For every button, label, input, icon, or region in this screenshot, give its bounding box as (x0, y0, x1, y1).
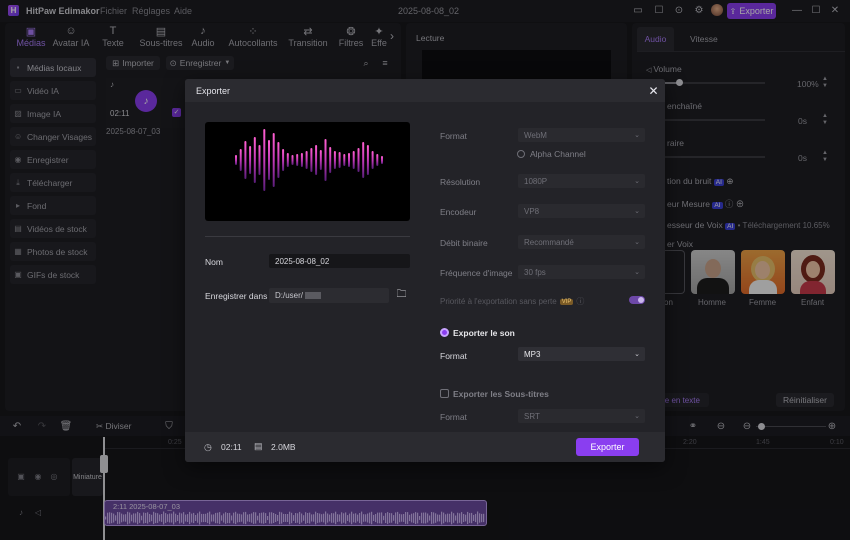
waveform-bar (315, 145, 318, 175)
export-subtitles-checkbox[interactable] (440, 389, 449, 398)
lossless-priority: Priorité à l'exportation sans perte VIP … (440, 297, 585, 306)
export-audio-radio[interactable] (440, 328, 449, 337)
name-label: Nom (205, 257, 223, 267)
resolution-select[interactable]: 1080P ⌄ (518, 174, 645, 188)
lossless-toggle[interactable] (629, 296, 645, 304)
waveform-bar (310, 148, 313, 172)
waveform-bar (381, 156, 383, 164)
subtitle-format-label: Format (440, 412, 467, 422)
waveform-bar (296, 154, 299, 166)
export-dialog: Exporter ✕ Nom 2025-08-08_02 Enregistrer… (185, 79, 665, 462)
chevron-down-icon: ⌄ (634, 269, 640, 276)
waveform-bar (253, 137, 256, 183)
waveform-bar (282, 149, 285, 171)
waveform-bar (371, 151, 374, 169)
chevron-down-icon: ⌄ (634, 413, 640, 420)
subtitle-format-select[interactable]: SRT ⌄ (518, 409, 645, 423)
file-size-icon: ▤ (254, 441, 263, 451)
dialog-title: Exporter (196, 86, 231, 96)
format-label: Format (440, 131, 467, 141)
path-redaction (305, 292, 322, 299)
audio-format-select[interactable]: MP3 ⌄ (518, 347, 645, 361)
export-audio-label: Exporter le son (453, 328, 515, 338)
export-button[interactable]: Exporter (576, 438, 639, 456)
waveform-bar (239, 149, 242, 171)
waveform-preview-icon (235, 129, 383, 191)
waveform-bar (333, 151, 336, 169)
waveform-bar (324, 139, 327, 181)
waveform-bar (272, 133, 275, 187)
waveform-bar (249, 146, 252, 174)
audio-format-label: Format (440, 351, 467, 361)
waveform-bar (305, 151, 308, 169)
waveform-bar (348, 153, 350, 167)
waveform-bar (357, 148, 360, 172)
alpha-channel-label: Alpha Channel (530, 149, 586, 159)
name-input[interactable]: 2025-08-08_02 (269, 254, 410, 268)
export-duration: 02:11 (221, 442, 242, 452)
dialog-header (185, 79, 665, 102)
waveform-bar (376, 154, 379, 166)
divider (205, 236, 410, 237)
chevron-down-icon: ⌄ (634, 239, 640, 246)
chevron-down-icon: ⌄ (634, 178, 640, 185)
waveform-bar (329, 147, 332, 173)
toggle-knob (638, 297, 644, 303)
save-location-label: Enregistrer dans (205, 291, 268, 301)
waveform-bar (235, 155, 237, 165)
waveform-bar (268, 140, 270, 180)
resolution-label: Résolution (440, 177, 481, 187)
chevron-down-icon: ⌄ (634, 208, 640, 215)
bitrate-select[interactable]: Recommandé ⌄ (518, 235, 645, 249)
alpha-channel-checkbox[interactable] (517, 150, 525, 158)
chevron-down-icon: ⌄ (634, 132, 640, 139)
vip-badge: VIP (559, 298, 574, 305)
waveform-bar (291, 155, 294, 165)
waveform-bar (263, 129, 266, 191)
waveform-bar (338, 152, 341, 168)
waveform-bar (286, 153, 289, 167)
info-icon: ⓘ (576, 297, 585, 306)
chevron-down-icon: ⌄ (634, 351, 640, 358)
waveform-bar (319, 150, 322, 170)
export-subtitles-label: Exporter les Sous-titres (453, 389, 549, 399)
fps-select[interactable]: 30 fps ⌄ (518, 265, 645, 279)
waveform-bar (258, 145, 261, 175)
format-select[interactable]: WebM ⌄ (518, 128, 645, 142)
bitrate-label: Débit binaire (440, 238, 488, 248)
export-size: 2.0MB (271, 442, 296, 452)
clock-icon: ◷ (204, 442, 212, 452)
save-path-input[interactable]: D:/user/ (269, 288, 389, 303)
fps-label: Fréquence d'image (440, 268, 513, 278)
encoder-label: Encodeur (440, 207, 477, 217)
encoder-select[interactable]: VP8 ⌄ (518, 204, 645, 218)
waveform-bar (352, 151, 355, 169)
waveform-bar (300, 153, 303, 167)
folder-icon[interactable]: 🗀 (395, 289, 408, 302)
export-preview (205, 122, 410, 221)
dialog-close-icon[interactable]: ✕ (647, 84, 660, 98)
waveform-bar (277, 142, 280, 178)
waveform-bar (343, 154, 346, 166)
waveform-bar (244, 141, 247, 179)
waveform-bar (362, 142, 365, 178)
waveform-bar (366, 145, 369, 175)
